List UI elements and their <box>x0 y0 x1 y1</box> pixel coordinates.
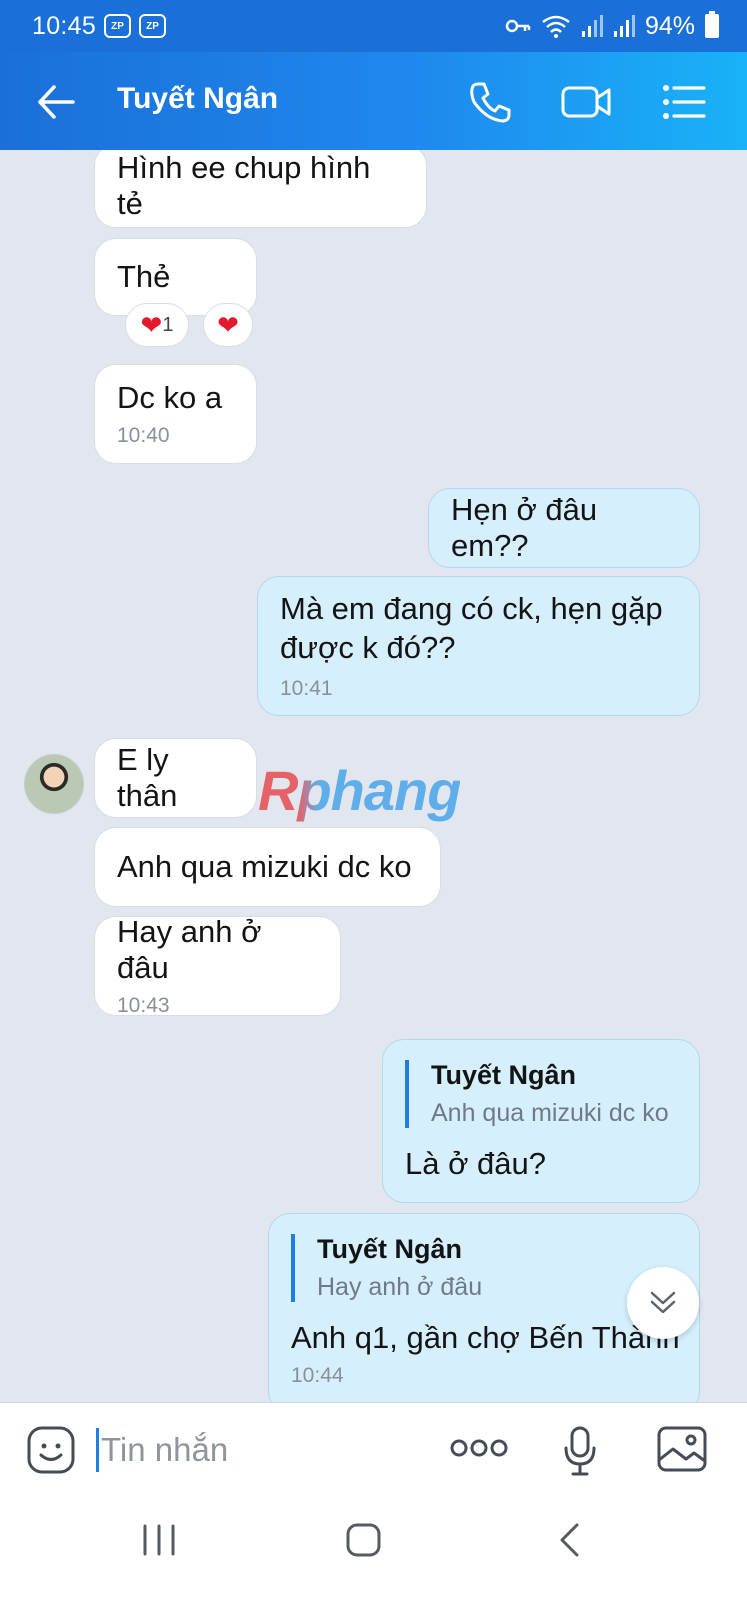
image-gallery-icon[interactable] <box>656 1425 708 1473</box>
scroll-to-bottom-button[interactable] <box>627 1267 699 1339</box>
message-text: Dc ko a <box>117 380 223 415</box>
composer-bar: Tin nhắn <box>0 1402 747 1492</box>
message-text: Anh q1, gần chợ Bến Thành <box>291 1320 680 1355</box>
watermark-logo: Rphang <box>258 759 461 822</box>
message-text: Anh qua mizuki dc ko <box>117 849 412 884</box>
message-bubble-outgoing-reply[interactable]: Tuyết Ngân Anh qua mizuki dc ko Là ở đâu… <box>382 1039 700 1203</box>
contact-avatar[interactable] <box>24 754 84 814</box>
message-list[interactable]: Hình ee chup hình tẻ Thẻ ❤ 1 ❤ Dc ko a 1… <box>0 150 747 1402</box>
message-text: Hình ee chup hình tẻ <box>117 150 371 221</box>
message-bubble-incoming[interactable]: Dc ko a 10:40 <box>94 364 257 464</box>
message-text: Mà em đang có ck, hẹn gặp được k đó?? <box>280 591 663 665</box>
reaction-summary[interactable]: ❤ 1 <box>125 303 189 347</box>
message-time: 10:43 <box>117 994 170 1017</box>
quoted-message[interactable]: Tuyết Ngân Anh qua mizuki dc ko <box>405 1060 677 1128</box>
heart-icon: ❤ <box>217 310 239 340</box>
heart-icon: ❤ <box>140 310 163 340</box>
video-call-icon[interactable] <box>560 78 612 126</box>
quoted-text: Hay anh ở đâu <box>317 1273 483 1301</box>
quoted-text: Anh qua mizuki dc ko <box>431 1099 669 1127</box>
message-time: 10:44 <box>291 1364 344 1387</box>
more-options-icon[interactable] <box>450 1437 508 1459</box>
zalopay-badge-icon: ZP <box>139 14 167 38</box>
message-text: Thẻ <box>117 259 171 294</box>
key-icon <box>505 19 531 33</box>
recent-apps-icon[interactable] <box>140 1520 178 1560</box>
system-back-icon[interactable] <box>555 1520 583 1560</box>
double-chevron-down-icon <box>650 1291 676 1314</box>
status-bar: 10:45 ZP ZP 94% <box>0 0 747 52</box>
message-bubble-outgoing[interactable]: Mà em đang có ck, hẹn gặp được k đó?? 10… <box>257 576 700 716</box>
microphone-icon[interactable] <box>563 1425 597 1477</box>
back-arrow-icon[interactable] <box>36 82 76 122</box>
home-icon[interactable] <box>344 1520 384 1560</box>
message-bubble-incoming[interactable]: Hay anh ở đâu 10:43 <box>94 914 341 1017</box>
quoted-message[interactable]: Tuyết Ngân Hay anh ở đâu <box>291 1234 677 1302</box>
message-bubble-incoming[interactable]: E ly thân <box>94 738 257 818</box>
quoted-sender: Tuyết Ngân <box>431 1060 577 1090</box>
add-reaction-button[interactable]: ❤ <box>203 303 253 347</box>
message-bubble-incoming[interactable]: Anh qua mizuki dc ko <box>94 827 441 907</box>
sticker-emoji-icon[interactable] <box>26 1425 76 1475</box>
message-text: E ly thân <box>117 742 178 813</box>
chat-header: Tuyết Ngân <box>0 52 747 150</box>
reaction-count: 1 <box>162 313 174 336</box>
message-text: Hay anh ở đâu <box>117 914 262 985</box>
message-input[interactable]: Tin nhắn <box>96 1428 228 1472</box>
signal-icon <box>581 15 603 37</box>
signal-icon <box>613 15 635 37</box>
message-text: Là ở đâu? <box>405 1146 546 1181</box>
message-text: Hẹn ở đâu em?? <box>451 492 598 563</box>
phone-icon[interactable] <box>466 78 514 126</box>
status-time: 10:45 <box>32 11 97 40</box>
message-time: 10:41 <box>280 676 333 700</box>
zalopay-badge-icon: ZP <box>104 14 132 38</box>
message-bubble-incoming[interactable]: Hình ee chup hình tẻ <box>94 150 427 228</box>
message-bubble-outgoing[interactable]: Hẹn ở đâu em?? <box>428 488 700 568</box>
battery-icon <box>705 11 719 38</box>
system-navigation-bar <box>0 1492 747 1600</box>
contact-name[interactable]: Tuyết Ngân <box>117 82 278 116</box>
wifi-icon <box>542 15 570 38</box>
menu-list-icon[interactable] <box>660 78 708 126</box>
battery-percent: 94% <box>644 11 695 40</box>
message-time: 10:40 <box>117 424 170 447</box>
quoted-sender: Tuyết Ngân <box>317 1234 463 1264</box>
